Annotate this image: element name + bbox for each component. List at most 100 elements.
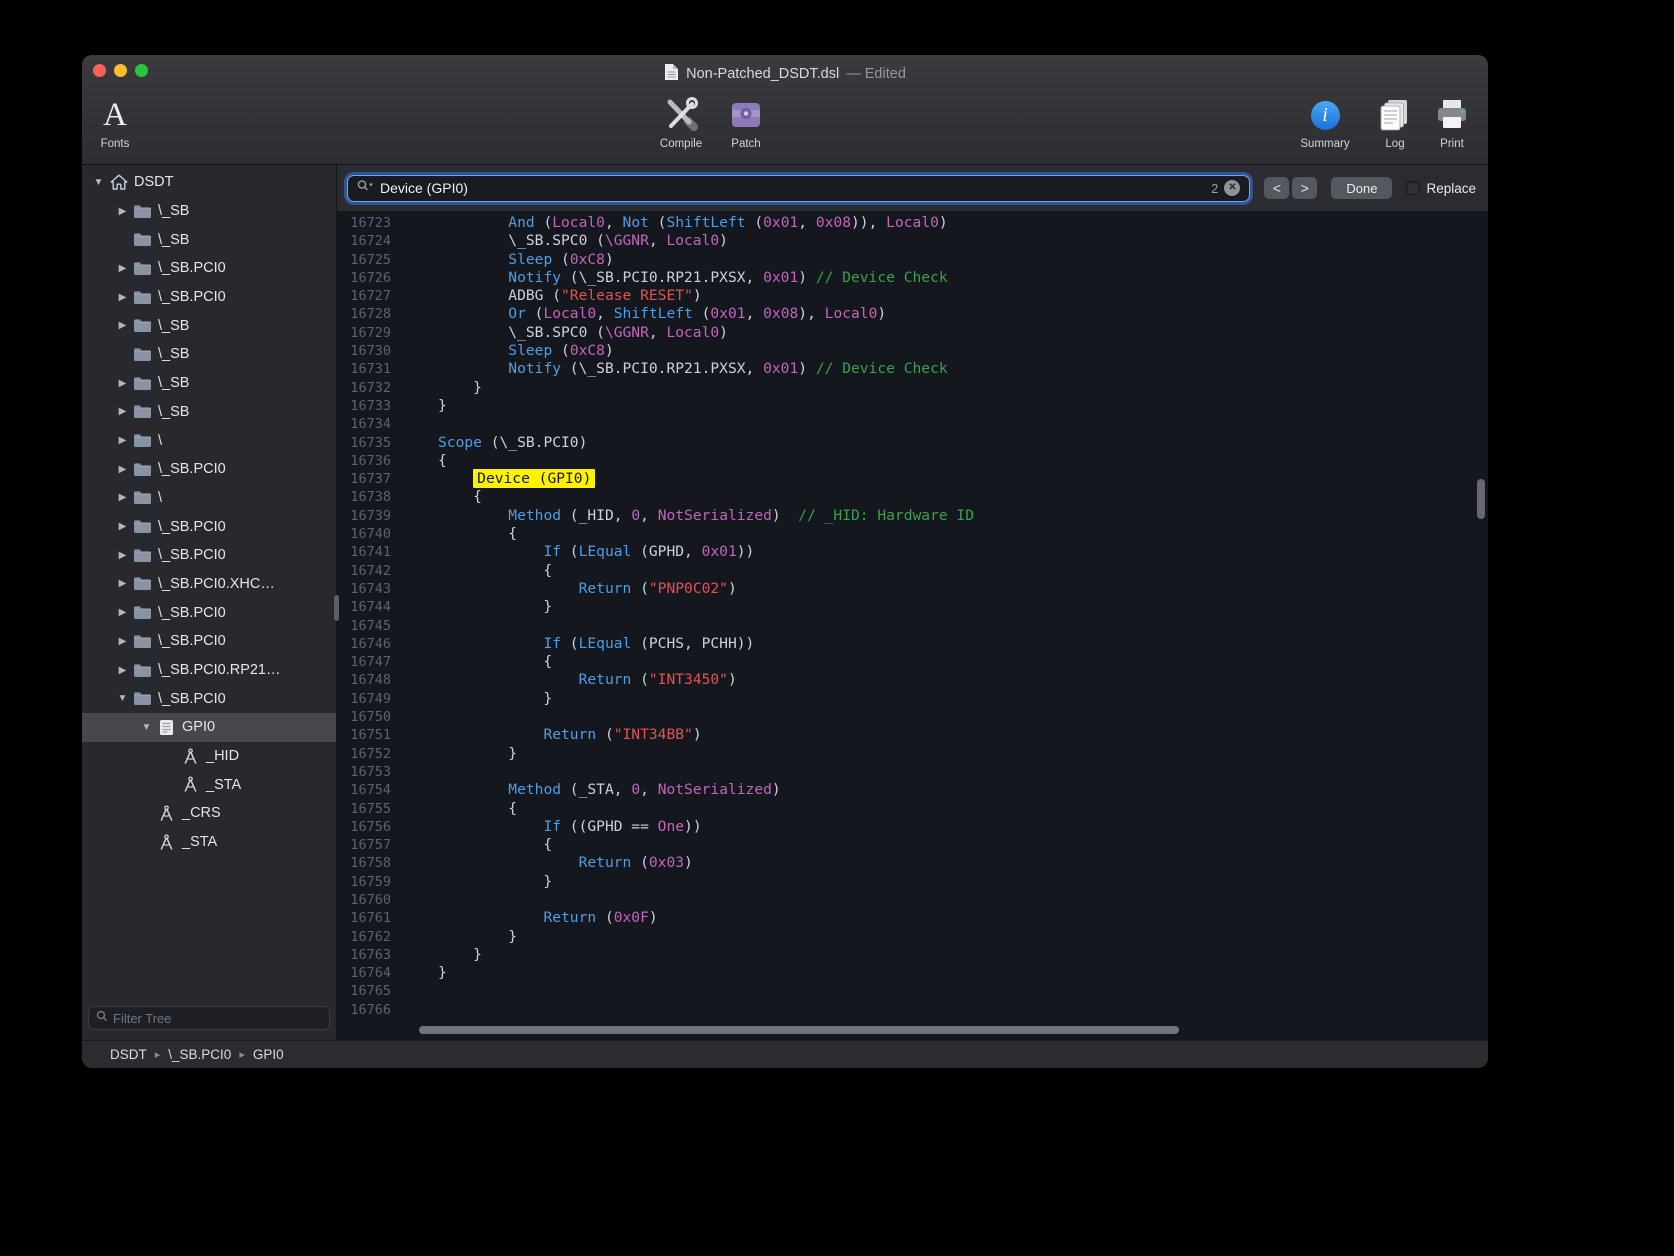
disclosure-triangle-icon[interactable]: ▶ bbox=[114, 378, 131, 389]
code-line[interactable]: 16736{ bbox=[337, 452, 1488, 470]
code-editor[interactable]: 16723 And (Local0, Not (ShiftLeft (0x01,… bbox=[337, 211, 1488, 1040]
code-line[interactable]: 16751 Return ("INT34BB") bbox=[337, 726, 1488, 744]
code-line[interactable]: 16732 } bbox=[337, 379, 1488, 397]
tree-item-sb[interactable]: ▶\_SB bbox=[82, 311, 336, 340]
tree-item-hid[interactable]: _HID bbox=[82, 742, 336, 771]
code-line[interactable]: 16728 Or (Local0, ShiftLeft (0x01, 0x08)… bbox=[337, 305, 1488, 323]
disclosure-triangle-icon[interactable]: ▶ bbox=[114, 607, 131, 618]
disclosure-triangle-icon[interactable]: ▶ bbox=[114, 206, 131, 217]
tree-item-[interactable]: ▶\ bbox=[82, 484, 336, 513]
patch-toolbar-button[interactable]: Patch bbox=[718, 93, 774, 150]
search-input[interactable]: Device (GPI0) 2 ✕ bbox=[347, 175, 1250, 202]
replace-checkbox[interactable] bbox=[1406, 181, 1420, 195]
code-line[interactable]: 16759 } bbox=[337, 873, 1488, 891]
disclosure-triangle-icon[interactable]: ▶ bbox=[114, 492, 131, 503]
code-line[interactable]: 16737 Device (GPI0) bbox=[337, 470, 1488, 488]
code-line[interactable]: 16745 bbox=[337, 617, 1488, 635]
code-line[interactable]: 16761 Return (0x0F) bbox=[337, 909, 1488, 927]
code-line[interactable]: 16754 Method (_STA, 0, NotSerialized) bbox=[337, 781, 1488, 799]
next-match-button[interactable]: > bbox=[1292, 177, 1317, 199]
disclosure-triangle-icon[interactable]: ▼ bbox=[114, 693, 131, 704]
code-line[interactable]: 16758 Return (0x03) bbox=[337, 854, 1488, 872]
compile-toolbar-button[interactable]: Compile bbox=[649, 93, 713, 150]
code-line[interactable]: 16733} bbox=[337, 397, 1488, 415]
filter-tree-input[interactable] bbox=[113, 1011, 322, 1026]
code-line[interactable]: 16752 } bbox=[337, 745, 1488, 763]
summary-toolbar-button[interactable]: i Summary bbox=[1292, 93, 1358, 150]
code-line[interactable]: 16764} bbox=[337, 964, 1488, 982]
disclosure-triangle-icon[interactable]: ▶ bbox=[114, 636, 131, 647]
print-toolbar-button[interactable]: Print bbox=[1428, 93, 1476, 150]
code-line[interactable]: 16756 If ((GPHD == One)) bbox=[337, 818, 1488, 836]
code-line[interactable]: 16743 Return ("PNP0C02") bbox=[337, 580, 1488, 598]
disclosure-triangle-icon[interactable]: ▶ bbox=[114, 521, 131, 532]
sidebar-resize-handle[interactable] bbox=[334, 595, 339, 621]
tree-item-gpi0[interactable]: ▼GPI0 bbox=[82, 713, 336, 742]
code-line[interactable]: 16724 \_SB.SPC0 (\GGNR, Local0) bbox=[337, 232, 1488, 250]
code-line[interactable]: 16753 bbox=[337, 763, 1488, 781]
disclosure-triangle-icon[interactable]: ▶ bbox=[114, 665, 131, 676]
horizontal-scrollbar-thumb[interactable] bbox=[419, 1026, 1179, 1034]
breadcrumb-item[interactable]: GPI0 bbox=[253, 1047, 284, 1062]
code-line[interactable]: 16760 bbox=[337, 891, 1488, 909]
disclosure-triangle-icon[interactable]: ▶ bbox=[114, 292, 131, 303]
vertical-scrollbar-thumb[interactable] bbox=[1477, 479, 1485, 519]
code-line[interactable]: 16749 } bbox=[337, 690, 1488, 708]
tree-item-sb[interactable]: \_SB bbox=[82, 225, 336, 254]
breadcrumb-item[interactable]: DSDT bbox=[110, 1047, 147, 1062]
code-line[interactable]: 16746 If (LEqual (PCHS, PCHH)) bbox=[337, 635, 1488, 653]
code-line[interactable]: 16762 } bbox=[337, 928, 1488, 946]
code-line[interactable]: 16723 And (Local0, Not (ShiftLeft (0x01,… bbox=[337, 214, 1488, 232]
code-line[interactable]: 16738 { bbox=[337, 488, 1488, 506]
code-line[interactable]: 16765 bbox=[337, 982, 1488, 1000]
code-line[interactable]: 16739 Method (_HID, 0, NotSerialized) //… bbox=[337, 507, 1488, 525]
disclosure-triangle-icon[interactable]: ▼ bbox=[138, 722, 155, 733]
disclosure-triangle-icon[interactable]: ▶ bbox=[114, 578, 131, 589]
tree-item-sbpci0[interactable]: ▶\_SB.PCI0 bbox=[82, 455, 336, 484]
code-line[interactable]: 16730 Sleep (0xC8) bbox=[337, 342, 1488, 360]
code-line[interactable]: 16757 { bbox=[337, 836, 1488, 854]
disclosure-triangle-icon[interactable]: ▶ bbox=[114, 464, 131, 475]
tree-item-sbpci0xhc[interactable]: ▶\_SB.PCI0.XHC… bbox=[82, 570, 336, 599]
tree-item-sb[interactable]: ▶\_SB bbox=[82, 398, 336, 427]
tree-item-dsdt[interactable]: ▼DSDT bbox=[82, 168, 336, 197]
tree-item-sta[interactable]: _STA bbox=[82, 828, 336, 857]
code-line[interactable]: 16755 { bbox=[337, 800, 1488, 818]
code-line[interactable]: 16741 If (LEqual (GPHD, 0x01)) bbox=[337, 543, 1488, 561]
breadcrumb-item[interactable]: \_SB.PCI0 bbox=[168, 1047, 231, 1062]
code-line[interactable]: 16725 Sleep (0xC8) bbox=[337, 251, 1488, 269]
disclosure-triangle-icon[interactable]: ▶ bbox=[114, 406, 131, 417]
code-line[interactable]: 16726 Notify (\_SB.PCI0.RP21.PXSX, 0x01)… bbox=[337, 269, 1488, 287]
code-line[interactable]: 16750 bbox=[337, 708, 1488, 726]
log-toolbar-button[interactable]: Log bbox=[1373, 93, 1417, 150]
tree-item-sbpci0[interactable]: ▶\_SB.PCI0 bbox=[82, 627, 336, 656]
code-line[interactable]: 16727 ADBG ("Release RESET") bbox=[337, 287, 1488, 305]
code-line[interactable]: 16748 Return ("INT3450") bbox=[337, 671, 1488, 689]
clear-search-icon[interactable]: ✕ bbox=[1224, 180, 1240, 196]
done-button[interactable]: Done bbox=[1331, 177, 1392, 199]
tree-item-sb[interactable]: ▶\_SB bbox=[82, 369, 336, 398]
tree-item-[interactable]: ▶\ bbox=[82, 426, 336, 455]
tree-item-sbpci0[interactable]: ▶\_SB.PCI0 bbox=[82, 512, 336, 541]
disclosure-triangle-icon[interactable]: ▶ bbox=[114, 550, 131, 561]
disclosure-triangle-icon[interactable]: ▶ bbox=[114, 320, 131, 331]
code-line[interactable]: 16766 bbox=[337, 1001, 1488, 1019]
filter-tree-field[interactable] bbox=[88, 1006, 330, 1030]
code-line[interactable]: 16747 { bbox=[337, 653, 1488, 671]
code-line[interactable]: 16731 Notify (\_SB.PCI0.RP21.PXSX, 0x01)… bbox=[337, 360, 1488, 378]
tree-item-sbpci0[interactable]: ▼\_SB.PCI0 bbox=[82, 684, 336, 713]
tree-item-sb[interactable]: ▶\_SB bbox=[82, 197, 336, 226]
tree-item-sta[interactable]: _STA bbox=[82, 770, 336, 799]
tree-item-sb[interactable]: \_SB bbox=[82, 340, 336, 369]
tree-item-sbpci0[interactable]: ▶\_SB.PCI0 bbox=[82, 283, 336, 312]
tree-item-sbpci0[interactable]: ▶\_SB.PCI0 bbox=[82, 598, 336, 627]
code-line[interactable]: 16742 { bbox=[337, 562, 1488, 580]
tree-item-sbpci0rp21[interactable]: ▶\_SB.PCI0.RP21… bbox=[82, 656, 336, 685]
fonts-toolbar-button[interactable]: A Fonts bbox=[90, 93, 140, 150]
code-line[interactable]: 16735Scope (\_SB.PCI0) bbox=[337, 434, 1488, 452]
tree-item-crs[interactable]: _CRS bbox=[82, 799, 336, 828]
previous-match-button[interactable]: < bbox=[1264, 177, 1289, 199]
disclosure-triangle-icon[interactable]: ▶ bbox=[114, 263, 131, 274]
code-line[interactable]: 16729 \_SB.SPC0 (\GGNR, Local0) bbox=[337, 324, 1488, 342]
code-line[interactable]: 16744 } bbox=[337, 598, 1488, 616]
